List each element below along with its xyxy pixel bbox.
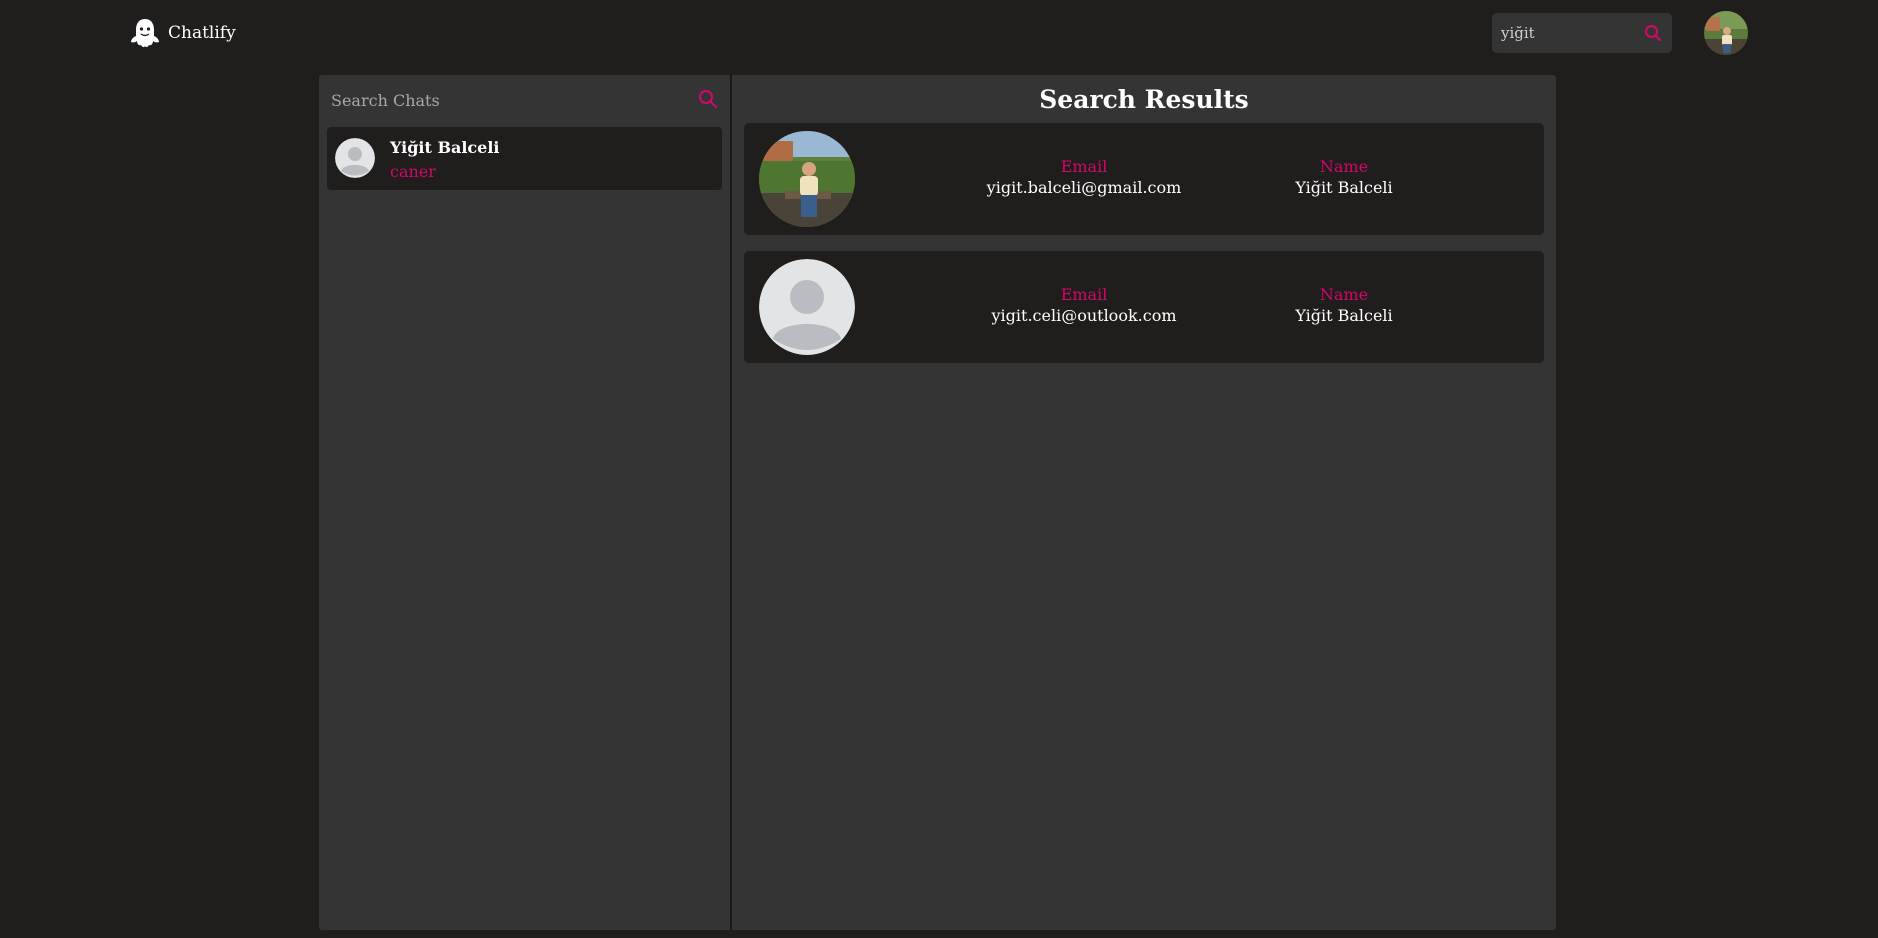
email-field: Email yigit.balceli@gmail.com [964, 157, 1204, 199]
ghost-icon [128, 16, 162, 50]
user-photo-avatar [759, 131, 855, 227]
email-value: yigit.celi@outlook.com [991, 306, 1177, 325]
email-label: Email [1060, 285, 1108, 304]
chat-list-item[interactable]: Yiğit Balceli caner [327, 127, 722, 190]
default-avatar-icon [759, 259, 855, 355]
result-card[interactable]: Email yigit.balceli@gmail.com Name Yiğit… [744, 123, 1544, 235]
name-field: Name Yiğit Balceli [1244, 285, 1444, 327]
results-title: Search Results [1039, 85, 1249, 114]
chat-search-input[interactable] [319, 75, 679, 125]
search-results-panel: Search Results Email yigit.balceli@gmail… [732, 75, 1556, 930]
email-label: Email [1060, 157, 1108, 176]
name-field: Name Yiğit Balceli [1244, 157, 1444, 199]
profile-avatar[interactable] [1704, 11, 1748, 55]
brand-name: Chatlify [168, 23, 236, 43]
email-value: yigit.balceli@gmail.com [986, 178, 1182, 197]
chats-sidebar: Yiğit Balceli caner [319, 75, 730, 930]
name-value: Yiğit Balceli [1295, 178, 1393, 197]
chat-last-message: caner [390, 162, 436, 181]
email-field: Email yigit.celi@outlook.com [964, 285, 1204, 327]
search-icon[interactable] [1644, 24, 1662, 42]
chat-contact-name: Yiğit Balceli [390, 138, 500, 157]
user-search-input[interactable] [1492, 13, 1637, 53]
user-search-box [1492, 13, 1672, 53]
name-label: Name [1319, 157, 1369, 176]
result-card[interactable]: Email yigit.celi@outlook.com Name Yiğit … [744, 251, 1544, 363]
brand-link[interactable]: Chatlify [128, 16, 236, 50]
search-icon[interactable] [698, 89, 718, 109]
top-bar: Chatlify [0, 0, 1878, 70]
name-label: Name [1319, 285, 1369, 304]
chat-search-box [319, 75, 730, 125]
default-avatar-icon [335, 138, 375, 178]
name-value: Yiğit Balceli [1295, 306, 1393, 325]
